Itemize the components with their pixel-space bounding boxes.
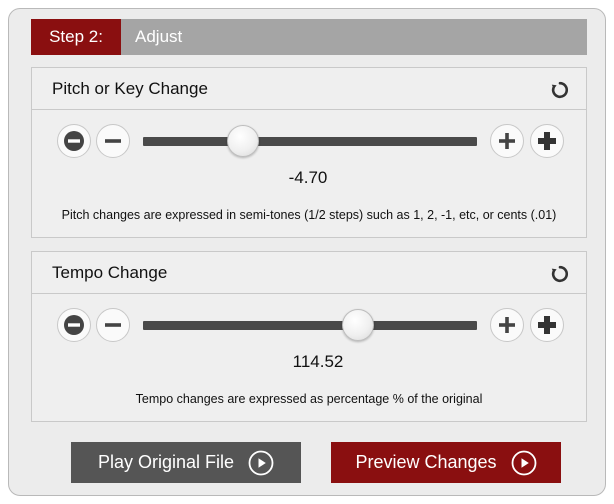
tempo-slider-thumb[interactable] (342, 309, 375, 341)
plus-bold-icon (538, 316, 556, 334)
pitch-slider-thumb[interactable] (227, 125, 260, 157)
pitch-panel-header: Pitch or Key Change (32, 68, 586, 110)
tempo-value: 114.52 (292, 352, 344, 371)
minus-circle-icon (64, 315, 84, 335)
tempo-increase-large-button[interactable] (530, 308, 564, 342)
tempo-slider-track[interactable] (143, 321, 477, 330)
pitch-increase-large-button[interactable] (530, 124, 564, 158)
pitch-slider-row (32, 110, 586, 166)
play-circle-icon (511, 450, 536, 475)
preview-changes-label: Preview Changes (355, 452, 497, 472)
pitch-slider-track[interactable] (143, 137, 477, 146)
adjust-frame: Step 2: Adjust Pitch or Key Change -4.70… (8, 8, 606, 496)
step-header: Step 2: Adjust (31, 19, 587, 55)
plus-bold-icon (538, 132, 556, 150)
pitch-note: Pitch changes are expressed in semi-tone… (61, 208, 557, 222)
minus-icon (105, 139, 121, 143)
tempo-title: Tempo Change (52, 262, 168, 282)
tempo-slider-row (32, 294, 586, 350)
plus-icon (499, 133, 515, 149)
minus-circle-icon (64, 131, 84, 151)
pitch-increase-small-button[interactable] (490, 124, 524, 158)
tempo-decrease-small-button[interactable] (96, 308, 130, 342)
play-original-label: Play Original File (97, 452, 235, 472)
pitch-decrease-small-button[interactable] (96, 124, 130, 158)
tempo-reset-icon[interactable] (550, 264, 570, 284)
play-circle-icon (248, 450, 274, 475)
tempo-panel-header: Tempo Change (32, 252, 586, 294)
tempo-panel: Tempo Change 114.52 Tempo changes are ex… (31, 251, 587, 422)
minus-icon (105, 323, 121, 327)
pitch-decrease-large-button[interactable] (57, 124, 91, 158)
plus-icon (499, 317, 515, 333)
play-original-button[interactable]: Play Original File (71, 442, 301, 483)
pitch-value: -4.70 (288, 168, 328, 187)
pitch-title: Pitch or Key Change (52, 78, 208, 98)
pitch-panel: Pitch or Key Change -4.70 Pitch changes … (31, 67, 587, 238)
step-number: Step 2: (31, 19, 121, 55)
tempo-note: Tempo changes are expressed as percentag… (135, 392, 483, 406)
tempo-decrease-large-button[interactable] (57, 308, 91, 342)
tempo-increase-small-button[interactable] (490, 308, 524, 342)
preview-changes-button[interactable]: Preview Changes (331, 442, 561, 483)
step-title: Adjust (135, 27, 183, 46)
pitch-reset-icon[interactable] (550, 80, 570, 100)
